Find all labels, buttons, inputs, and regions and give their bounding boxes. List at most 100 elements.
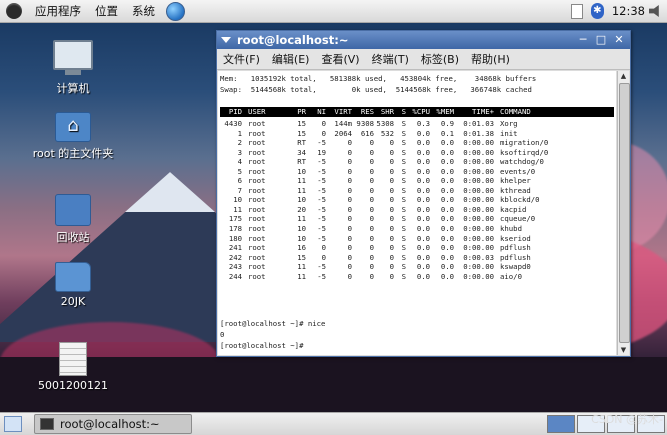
process-cell: 0: [321, 252, 326, 262]
menu-view[interactable]: 查看(V): [315, 51, 365, 67]
window-menu-icon[interactable]: [221, 37, 231, 43]
menu-file[interactable]: 文件(F): [217, 51, 266, 67]
menu-tabs[interactable]: 标签(B): [415, 51, 465, 67]
process-cell: 15: [297, 128, 306, 138]
terminal-menubar: 文件(F) 编辑(E) 查看(V) 终端(T) 标签(B) 帮助(H): [217, 49, 630, 70]
desktop-icon-folder[interactable]: 20JK: [28, 262, 118, 308]
web-browser-icon[interactable]: [166, 1, 185, 21]
process-row: 6 root 11 -5 0 0 0 S 0.0 0.0 0:00.00 khelper: [220, 176, 614, 186]
process-cell: 0: [347, 271, 352, 281]
process-row: 243 root 11 -5 0 0 0 S 0.0 0.0 0:00.00 kswapd0: [220, 262, 614, 272]
process-cell: 0.0: [416, 214, 430, 224]
column-header: S: [401, 107, 406, 116]
desktop-icon-file[interactable]: 5001200121: [28, 342, 118, 392]
minimize-button[interactable]: ─: [576, 33, 590, 47]
process-cell: S: [401, 157, 406, 167]
process-cell: 178: [228, 224, 242, 234]
process-cell: kthread: [500, 185, 531, 195]
process-cell: -5: [317, 138, 326, 148]
close-button[interactable]: ✕: [612, 33, 626, 47]
process-cell: aio/0: [500, 271, 522, 281]
workspace-1[interactable]: [547, 415, 575, 433]
gnome-foot-icon[interactable]: [6, 3, 22, 19]
process-cell: 0.0: [440, 271, 454, 281]
process-cell: pdflush: [500, 243, 531, 253]
terminal-scrollbar[interactable]: ▲ ▼: [617, 71, 630, 355]
process-cell: 0.1: [440, 128, 454, 138]
process-cell: 0: [321, 128, 326, 138]
terminal-output[interactable]: Mem: 1035192k total, 581388k used, 45380…: [218, 71, 616, 355]
scrollbar-thumb[interactable]: [619, 83, 630, 343]
document-icon: [59, 342, 87, 376]
memory-summary: Mem: 1035192k total, 581388k used, 45380…: [220, 73, 615, 95]
menu-applications[interactable]: 应用程序: [28, 3, 88, 19]
notes-icon[interactable]: [570, 3, 583, 19]
scroll-up-arrow-icon[interactable]: ▲: [618, 71, 629, 81]
process-row: 4 root RT -5 0 0 0 S 0.0 0.0 0:00.00 watchdog/0: [220, 157, 614, 167]
column-header: PID: [228, 107, 242, 116]
scroll-down-arrow-icon[interactable]: ▼: [618, 345, 629, 355]
process-cell: S: [401, 166, 406, 176]
volume-icon[interactable]: [649, 5, 659, 17]
menu-terminal[interactable]: 终端(T): [366, 51, 415, 67]
process-cell: khubd: [500, 224, 522, 234]
mem-line: Mem: 1035192k total, 581388k used, 45380…: [220, 74, 537, 83]
menu-system[interactable]: 系统: [125, 3, 162, 19]
process-cell: 0.0: [440, 204, 454, 214]
bluetooth-icon[interactable]: ✱: [590, 3, 604, 19]
process-row: 244 root 11 -5 0 0 0 S 0.0 0.0 0:00.00 aio/0: [220, 272, 614, 282]
process-cell: RT: [297, 157, 306, 167]
process-cell: -5: [317, 262, 326, 272]
window-titlebar[interactable]: root@localhost:~ ─ □ ✕: [217, 31, 630, 49]
process-cell: 0: [347, 262, 352, 272]
process-cell: 11: [297, 271, 306, 281]
menu-edit[interactable]: 编辑(E): [266, 51, 316, 67]
process-cell: 0: [369, 243, 374, 253]
process-cell: 0: [369, 138, 374, 148]
process-cell: 0.0: [440, 224, 454, 234]
column-header: COMMAND: [500, 107, 531, 116]
process-cell: 19: [317, 147, 326, 157]
process-row: 5 root 10 -5 0 0 0 S 0.0 0.0 0:00.00 events/0: [220, 167, 614, 177]
process-cell: 0: [389, 185, 394, 195]
process-cell: 0: [389, 233, 394, 243]
desktop-icon-computer[interactable]: 计算机: [28, 40, 118, 96]
taskbar-button-terminal[interactable]: root@localhost:~: [34, 414, 192, 434]
process-cell: 2: [237, 138, 242, 148]
show-desktop-icon[interactable]: [4, 416, 22, 432]
taskbar-label: root@localhost:~: [60, 417, 160, 431]
desktop-icon-trash[interactable]: 回收站: [28, 194, 118, 245]
process-cell: 4: [237, 157, 242, 167]
process-cell: 11: [297, 176, 306, 186]
column-header: TIME+: [472, 107, 494, 116]
process-cell: 4430: [224, 119, 242, 128]
clock[interactable]: 12:38: [608, 4, 649, 18]
process-cell: 9308: [356, 119, 374, 128]
process-cell: root: [248, 119, 266, 128]
terminal-icon: [40, 418, 54, 430]
process-cell: 0: [389, 252, 394, 262]
desktop-icon-home[interactable]: root 的主文件夹: [28, 112, 118, 161]
process-row: 3 root 34 19 0 0 0 S 0.0 0.0 0:00.00 ksoftirqd/0: [220, 148, 614, 158]
process-cell: 0: [389, 176, 394, 186]
process-cell: 175: [228, 214, 242, 224]
menu-places[interactable]: 位置: [88, 3, 125, 19]
process-row: 10 root 10 -5 0 0 0 S 0.0 0.0 0:00.00 kblockd/0: [220, 195, 614, 205]
watermark: CSDN @苏木-: [591, 413, 663, 426]
process-cell: root: [248, 185, 266, 195]
process-cell: 11: [297, 214, 306, 224]
process-row: 11 root 20 -5 0 0 0 S 0.0 0.0 0:00.00 kacpid: [220, 205, 614, 215]
process-cell: 34: [297, 147, 306, 157]
process-cell: S: [401, 128, 406, 138]
process-cell: -5: [317, 176, 326, 186]
process-cell: S: [401, 138, 406, 148]
process-cell: 0.0: [440, 214, 454, 224]
process-cell: 0: [369, 166, 374, 176]
process-cell: S: [401, 195, 406, 205]
maximize-button[interactable]: □: [594, 33, 608, 47]
process-cell: 0: [369, 224, 374, 234]
process-cell: root: [248, 214, 266, 224]
menu-help[interactable]: 帮助(H): [465, 51, 516, 67]
terminal-window[interactable]: root@localhost:~ ─ □ ✕ 文件(F) 编辑(E) 查看(V)…: [216, 30, 631, 357]
process-cell: 0.0: [416, 166, 430, 176]
